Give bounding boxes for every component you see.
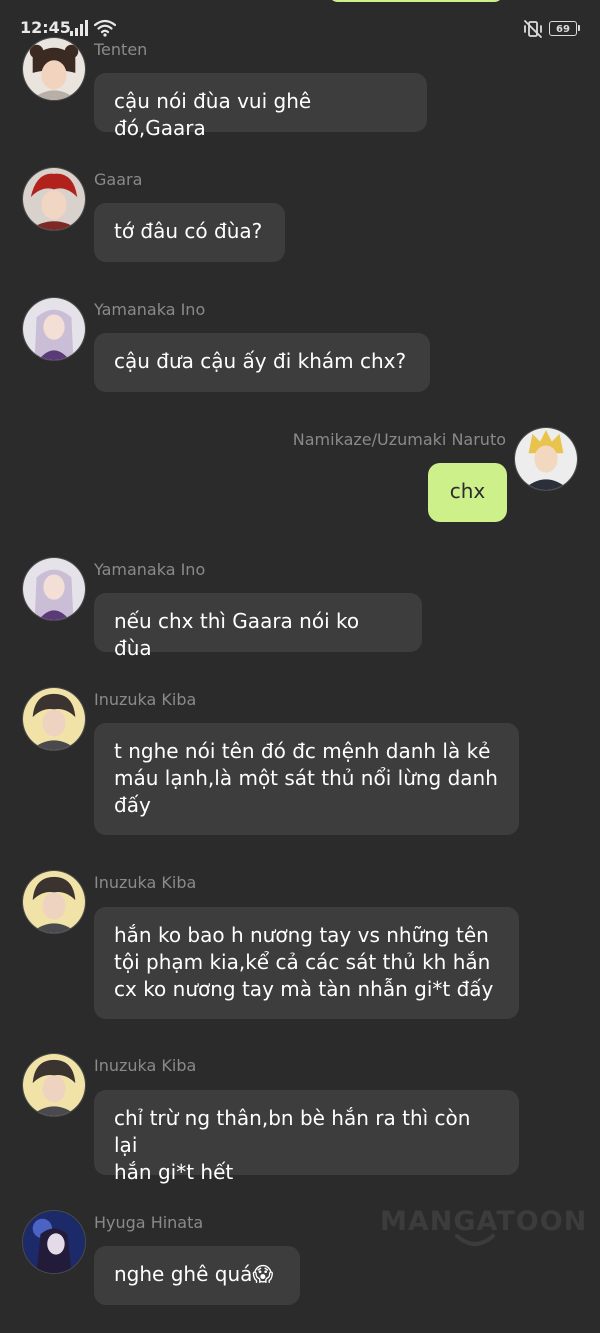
- message-bubble[interactable]: t nghe nói tên đó đc mệnh danh là kẻ máu…: [94, 723, 519, 835]
- message-bubble[interactable]: tớ đâu có đùa?: [94, 203, 285, 262]
- sender-name: Yamanaka Ino: [94, 300, 206, 319]
- sender-name: Namikaze/Uzumaki Naruto: [292, 430, 506, 449]
- sender-name: Inuzuka Kiba: [94, 873, 197, 892]
- message-bubble[interactable]: cậu nói đùa vui ghê đó,Gaara: [94, 73, 427, 140]
- status-bar: 12:45 69: [0, 0, 600, 44]
- avatar[interactable]: [514, 427, 578, 491]
- avatar[interactable]: [22, 557, 86, 621]
- sender-name: Gaara: [94, 170, 143, 189]
- avatar[interactable]: [22, 37, 86, 101]
- avatar[interactable]: [22, 687, 86, 751]
- battery-indicator: 69: [549, 21, 580, 36]
- chat-screen: 12:45 69 Tenten cậu nói đùa vui ghê đó,G…: [0, 0, 600, 1333]
- message-bubble[interactable]: chx: [428, 463, 507, 522]
- message-bubble[interactable]: hắn ko bao h nương tay vs những tên tội …: [94, 907, 519, 1019]
- message-bubble[interactable]: nếu chx thì Gaara nói ko đùa: [94, 593, 422, 660]
- avatar[interactable]: [22, 1053, 86, 1117]
- message-bubble[interactable]: nghe ghê quá😱: [94, 1246, 300, 1305]
- sender-name: Tenten: [94, 40, 148, 59]
- watermark-smile-icon: [455, 1234, 495, 1246]
- mute-vibrate-icon: [524, 20, 542, 38]
- message-bubble[interactable]: chỉ trừ ng thân,bn bè hắn ra thì còn lại…: [94, 1090, 519, 1184]
- sender-name: Inuzuka Kiba: [94, 1056, 197, 1075]
- avatar[interactable]: [22, 1210, 86, 1274]
- status-time: 12:45: [20, 18, 71, 37]
- watermark: MANGATOON: [380, 1206, 588, 1237]
- signal-icon: [70, 20, 88, 36]
- sender-name: Inuzuka Kiba: [94, 690, 197, 709]
- avatar[interactable]: [22, 870, 86, 934]
- message-bubble[interactable]: cậu đưa cậu ấy đi khám chx?: [94, 333, 430, 392]
- avatar[interactable]: [22, 167, 86, 231]
- sender-name: Hyuga Hinata: [94, 1213, 204, 1232]
- avatar[interactable]: [22, 297, 86, 361]
- wifi-icon: [94, 19, 116, 37]
- sender-name: Yamanaka Ino: [94, 560, 206, 579]
